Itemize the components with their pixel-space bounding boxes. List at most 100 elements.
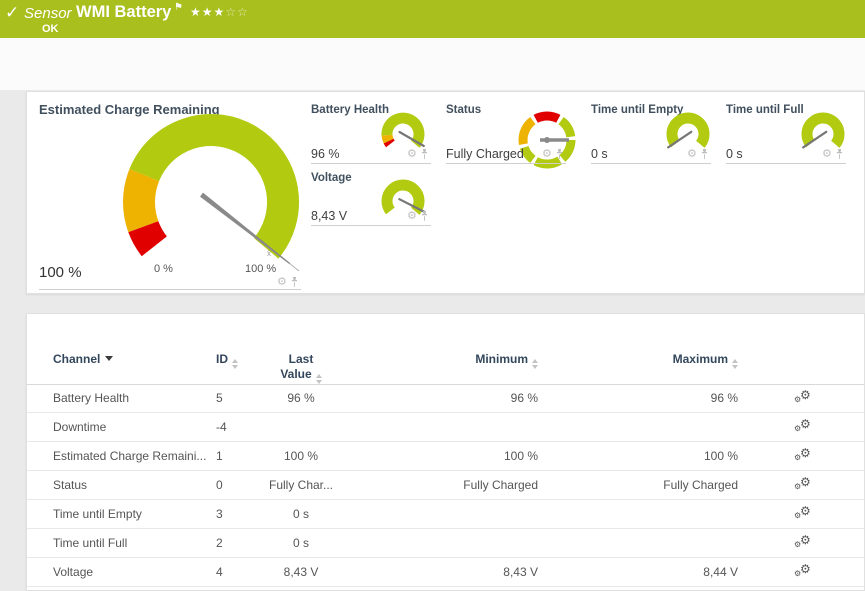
- gauge-settings-icon[interactable]: ⚙: [407, 211, 417, 222]
- table-row-status: Status 0 Fully Char... Fully Charged Ful…: [27, 471, 864, 500]
- time-until-empty-value: 0 s: [591, 147, 608, 161]
- gauge-settings-icon[interactable]: ⚙: [277, 277, 287, 288]
- last-value: 8,43 V: [241, 565, 361, 579]
- table-row-voltage: Voltage 4 8,43 V 8,43 V 8,44 V ⚙⚙: [27, 558, 864, 587]
- last-value: 0 s: [241, 536, 361, 550]
- tile-divider: [39, 289, 301, 290]
- channel-name[interactable]: Voltage: [53, 565, 93, 579]
- stars-empty: ☆☆: [225, 5, 249, 19]
- column-header-channel[interactable]: Channel: [53, 352, 113, 366]
- last-value: 0 s: [241, 507, 361, 521]
- channel-id: 0: [216, 478, 223, 492]
- minimum-value: 8,43 V: [388, 565, 538, 579]
- channel-settings-icon[interactable]: ⚙⚙: [794, 389, 818, 407]
- main-gauge-max-label: 100 %: [245, 263, 276, 275]
- time-until-full-value: 0 s: [726, 147, 743, 161]
- channel-name[interactable]: Battery Health: [53, 391, 129, 405]
- column-header-maximum[interactable]: Maximum: [588, 352, 738, 369]
- minimum-value: Fully Charged: [388, 478, 538, 492]
- channel-settings-icon[interactable]: ⚙⚙: [794, 447, 818, 465]
- pin-icon[interactable]: [420, 149, 429, 160]
- column-header-minimum[interactable]: Minimum: [388, 352, 538, 369]
- time-until-full-tools: ⚙: [822, 149, 844, 160]
- tile-divider: [726, 163, 846, 164]
- column-header-id[interactable]: ID: [216, 352, 238, 369]
- needle-tip-marker: x̄: [267, 249, 271, 258]
- column-header-last-value[interactable]: Last Value: [241, 352, 361, 384]
- time-until-empty-tools: ⚙: [687, 149, 709, 160]
- main-gauge-tools: ⚙: [277, 277, 299, 288]
- channel-name[interactable]: Status: [53, 478, 87, 492]
- maximum-value: Fully Charged: [588, 478, 738, 492]
- main-gauge-value: 100 %: [39, 264, 82, 281]
- sensor-status-banner: ✓ Sensor WMI Battery ⚑ ★★★☆☆ OK: [0, 0, 865, 38]
- sort-icon: [232, 359, 238, 369]
- gauge-settings-icon[interactable]: ⚙: [687, 149, 697, 160]
- status-tools: ⚙: [542, 149, 564, 160]
- tile-divider: [311, 163, 431, 164]
- status-title: Status: [446, 104, 481, 116]
- pin-icon[interactable]: [290, 277, 299, 288]
- table-row-downtime: Downtime -4 ⚙⚙: [27, 413, 864, 442]
- priority-stars[interactable]: ★★★☆☆: [190, 5, 249, 19]
- table-row-time-until-full: Time until Full 2 0 s ⚙⚙: [27, 529, 864, 558]
- tab-bar: Overview ((•))Live Data 2days 30days 365…: [0, 38, 865, 90]
- gauge-settings-icon[interactable]: ⚙: [407, 149, 417, 160]
- last-value: 96 %: [241, 391, 361, 405]
- column-header-id-label: ID: [216, 352, 228, 366]
- last-value: 100 %: [241, 449, 361, 463]
- column-header-last-label: Last: [241, 352, 361, 367]
- channel-name[interactable]: Estimated Charge Remaini...: [53, 449, 206, 463]
- favorite-flag-icon[interactable]: ⚑: [174, 2, 183, 13]
- channel-name[interactable]: Time until Empty: [53, 507, 142, 521]
- channel-settings-icon[interactable]: ⚙⚙: [794, 534, 818, 552]
- channel-id: -4: [216, 420, 227, 434]
- sensor-title: WMI Battery: [76, 3, 171, 22]
- channel-settings-icon[interactable]: ⚙⚙: [794, 505, 818, 523]
- channel-table-panel: Channel ID Last Value Minimum Maximum Ba…: [26, 313, 865, 591]
- voltage-tools: ⚙: [407, 211, 429, 222]
- status-text: OK: [42, 23, 59, 35]
- last-value: Fully Char...: [241, 478, 361, 492]
- main-gauge: [111, 102, 311, 282]
- maximum-value: 100 %: [588, 449, 738, 463]
- table-row-estimated-charge: Estimated Charge Remaini... 1 100 % 100 …: [27, 442, 864, 471]
- channel-settings-icon[interactable]: ⚙⚙: [794, 476, 818, 494]
- ok-check-icon: ✓: [5, 3, 19, 23]
- sort-icon: [532, 359, 538, 369]
- sort-descending-icon: [105, 356, 113, 361]
- table-row-battery-health: Battery Health 5 96 % 96 % 96 % ⚙⚙: [27, 384, 864, 413]
- channel-id: 1: [216, 449, 223, 463]
- channel-settings-icon[interactable]: ⚙⚙: [794, 563, 818, 581]
- voltage-title: Voltage: [311, 172, 352, 184]
- channel-name[interactable]: Downtime: [53, 420, 106, 434]
- battery-health-tools: ⚙: [407, 149, 429, 160]
- channel-id: 5: [216, 391, 223, 405]
- maximum-value: 8,44 V: [588, 565, 738, 579]
- channel-id: 2: [216, 536, 223, 550]
- table-row-time-until-empty: Time until Empty 3 0 s ⚙⚙: [27, 500, 864, 529]
- column-header-minimum-label: Minimum: [475, 352, 528, 366]
- object-type-label: Sensor: [24, 5, 72, 22]
- gauge-settings-icon[interactable]: ⚙: [822, 149, 832, 160]
- tile-divider: [591, 163, 711, 164]
- pin-icon[interactable]: [555, 149, 564, 160]
- voltage-value: 8,43 V: [311, 209, 347, 223]
- sort-icon: [732, 359, 738, 369]
- status-value: Fully Charged: [446, 147, 524, 161]
- column-header-value-label: Value: [280, 367, 311, 381]
- channel-settings-icon[interactable]: ⚙⚙: [794, 418, 818, 436]
- gauge-settings-icon[interactable]: ⚙: [542, 149, 552, 160]
- minimum-value: 100 %: [388, 449, 538, 463]
- stars-filled: ★★★: [190, 5, 225, 19]
- column-header-channel-label: Channel: [53, 352, 100, 366]
- pin-icon[interactable]: [700, 149, 709, 160]
- channel-id: 4: [216, 565, 223, 579]
- channel-name[interactable]: Time until Full: [53, 536, 127, 550]
- main-gauge-min-label: 0 %: [154, 263, 173, 275]
- maximum-value: 96 %: [588, 391, 738, 405]
- pin-icon[interactable]: [835, 149, 844, 160]
- channel-id: 3: [216, 507, 223, 521]
- sort-icon: [316, 374, 322, 384]
- pin-icon[interactable]: [420, 211, 429, 222]
